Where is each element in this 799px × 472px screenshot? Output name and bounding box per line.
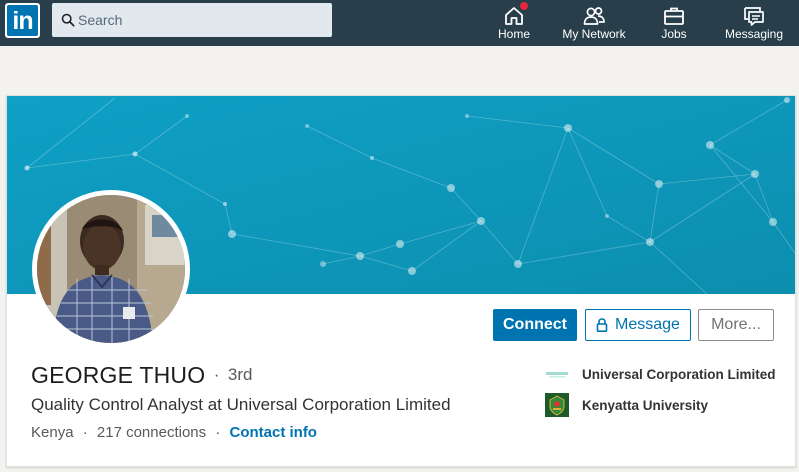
profile-name-row: GEORGE THUO · 3rd [31,362,252,389]
linkedin-logo-text: in [7,5,38,36]
university-logo [545,393,569,417]
connect-button[interactable]: Connect [493,309,577,341]
nav-item-messaging[interactable]: Messaging [721,0,787,46]
search-box[interactable] [52,3,332,37]
experience-company-label: Universal Corporation Limited [582,366,776,382]
profile-meta: Kenya · 217 connections · Contact info [31,424,317,441]
messaging-icon [744,7,764,26]
meta-separator: · [82,424,88,441]
top-nav-bar: in Home My Network Jobs [0,0,799,46]
nav-item-jobs[interactable]: Jobs [652,0,696,46]
connection-degree-separator: · [213,365,220,384]
nav-item-jobs-label: Jobs [661,27,687,41]
nav-item-my-network-label: My Network [562,27,626,41]
linkedin-logo[interactable]: in [5,3,40,38]
nav-item-my-network[interactable]: My Network [556,0,632,46]
contact-info-link[interactable]: Contact info [229,424,317,441]
profile-connections: 217 connections [96,424,207,441]
message-button-label: Message [615,316,680,333]
profile-location: Kenya [31,424,74,441]
profile-photo[interactable] [32,190,190,348]
nav-item-home-label: Home [497,27,530,41]
lock-icon [596,318,608,332]
experience-education-label: Kenyatta University [582,397,709,413]
company-logo [545,362,569,386]
more-button[interactable]: More... [698,309,774,341]
profile-headline: Quality Control Analyst at Universal Cor… [31,395,451,414]
notification-badge [518,0,530,12]
connection-degree: 3rd [227,365,253,384]
briefcase-icon [664,7,684,25]
nav-item-messaging-label: Messaging [724,27,784,41]
experience-item-company[interactable]: Universal Corporation Limited [545,362,776,386]
network-icon [583,7,605,25]
meta-separator: · [215,424,221,441]
search-icon [61,13,75,27]
experience-item-education[interactable]: Kenyatta University [545,393,708,417]
nav-item-home[interactable]: Home [489,0,539,46]
profile-name: GEORGE THUO [31,362,206,388]
message-button[interactable]: Message [585,309,691,341]
profile-photo-image [37,195,185,343]
search-input[interactable] [78,3,328,37]
profile-card: Connect Message More... GEORGE THUO · 3r… [6,95,796,467]
